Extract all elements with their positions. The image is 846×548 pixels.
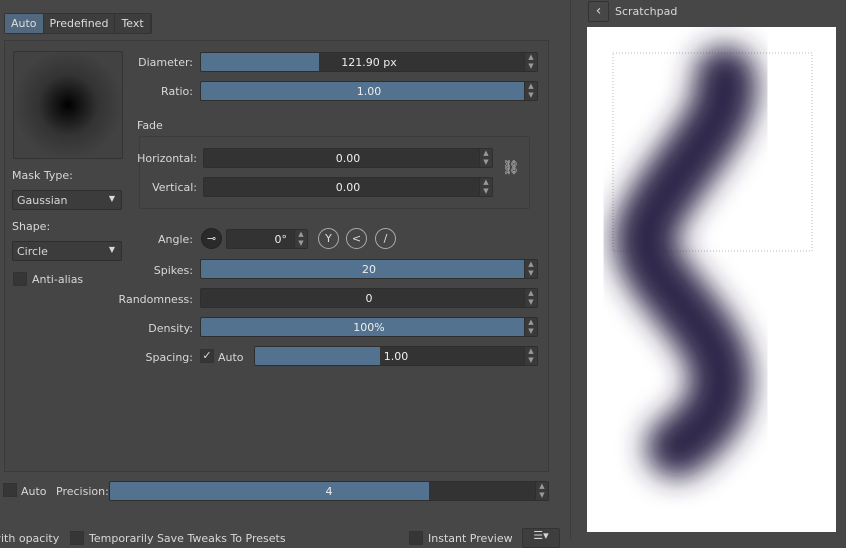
diameter-label: Diameter: — [138, 56, 193, 69]
ratio-label: Ratio: — [161, 85, 193, 98]
density-label: Density: — [148, 322, 193, 335]
tab-text[interactable]: Text — [115, 14, 151, 33]
angle-input[interactable]: 0° ▲ ▼ — [226, 229, 308, 249]
save-tweaks-checkbox[interactable] — [70, 531, 84, 545]
mask-type-value: Gaussian — [17, 194, 68, 207]
fade-horizontal-value: 0.00 — [335, 152, 361, 165]
spacing-auto-checkbox[interactable]: ✓ — [200, 349, 214, 363]
ratio-value: 1.00 — [356, 85, 382, 98]
density-value: 100% — [353, 321, 385, 334]
fade-horizontal-label: Horizontal: — [137, 152, 197, 165]
spikes-slider[interactable]: 20 ▲ ▼ — [200, 259, 538, 279]
spacing-slider[interactable]: 1.00 ▲ ▼ — [254, 346, 538, 366]
spacing-value: 1.00 — [383, 350, 409, 363]
antialias-checkbox[interactable] — [13, 272, 27, 286]
shape-value: Circle — [17, 245, 48, 258]
angle-dial[interactable]: ⊸ — [201, 228, 222, 249]
spacing-label: Spacing: — [145, 351, 193, 364]
fade-vertical-label: Vertical: — [152, 181, 197, 194]
spin-arrows-icon[interactable]: ▲ ▼ — [524, 82, 537, 100]
spin-arrows-icon[interactable]: ▲ ▼ — [479, 149, 492, 167]
fade-vertical-input[interactable]: 0.00 ▲ ▼ — [203, 177, 493, 197]
spin-arrows-icon[interactable]: ▲ ▼ — [479, 178, 492, 196]
mask-type-select[interactable]: Gaussian ▼ — [12, 190, 122, 210]
density-slider[interactable]: 100% ▲ ▼ — [200, 317, 538, 337]
menu-button[interactable]: ☰▾ — [522, 528, 560, 548]
antialias-label: Anti-alias — [32, 273, 84, 286]
spin-arrows-icon[interactable]: ▲ ▼ — [524, 260, 537, 278]
spin-arrows-icon[interactable]: ▲ ▼ — [524, 289, 537, 307]
instant-preview-checkbox[interactable] — [409, 531, 423, 545]
scratchpad-canvas[interactable] — [587, 27, 836, 532]
scratchpad-collapse-button[interactable]: ‹ — [588, 1, 609, 22]
randomness-label: Randomness: — [118, 293, 193, 306]
brush-tabs: Auto Predefined Text — [4, 13, 152, 34]
spin-arrows-icon[interactable]: ▲ ▼ — [294, 230, 307, 248]
diameter-slider[interactable]: 121.90 px ▲ ▼ — [200, 52, 538, 72]
tab-auto[interactable]: Auto — [5, 14, 44, 33]
fade-horizontal-input[interactable]: 0.00 ▲ ▼ — [203, 148, 493, 168]
angle-preset-diagonal-icon[interactable]: / — [375, 228, 396, 249]
angle-preset-v-icon[interactable]: Y — [318, 228, 339, 249]
spin-arrows-icon[interactable]: ▲ ▼ — [524, 347, 537, 365]
precision-auto-label: Auto — [21, 485, 47, 498]
spacing-auto-label: Auto — [218, 351, 244, 364]
tab-predefined[interactable]: Predefined — [44, 14, 116, 33]
spin-arrows-icon[interactable]: ▲ ▼ — [524, 53, 537, 71]
hamburger-icon: ☰▾ — [533, 529, 549, 542]
shape-label: Shape: — [12, 220, 51, 233]
chevron-down-icon: ▼ — [108, 194, 115, 203]
chevron-left-icon: ‹ — [595, 3, 602, 19]
spin-arrows-icon[interactable]: ▲ ▼ — [524, 318, 537, 336]
spikes-value: 20 — [362, 263, 376, 276]
spin-arrows-icon[interactable]: ▲ ▼ — [535, 482, 548, 500]
brush-stroke — [613, 46, 758, 478]
diameter-value: 121.90 px — [341, 56, 397, 69]
precision-slider[interactable]: 4 ▲ ▼ — [109, 481, 549, 501]
fade-label: Fade — [137, 119, 163, 132]
scratchpad-title: Scratchpad — [615, 5, 678, 18]
shape-select[interactable]: Circle ▼ — [12, 241, 122, 261]
angle-preset-left-icon[interactable]: < — [346, 228, 367, 249]
chain-link-icon[interactable]: ⛓ — [502, 160, 520, 176]
randomness-slider[interactable]: 0 ▲ ▼ — [200, 288, 538, 308]
chevron-down-icon: ▼ — [108, 245, 115, 254]
precision-value: 4 — [325, 485, 333, 498]
brush-preview — [13, 51, 123, 159]
precision-label: Precision: — [56, 485, 109, 498]
precision-auto-checkbox[interactable] — [3, 483, 17, 497]
ratio-slider[interactable]: 1.00 ▲ ▼ — [200, 81, 538, 101]
fade-vertical-value: 0.00 — [335, 181, 361, 194]
angle-label: Angle: — [157, 233, 193, 246]
spikes-label: Spikes: — [153, 264, 193, 277]
randomness-value: 0 — [365, 292, 373, 305]
scratchpad-drawing — [612, 46, 813, 478]
fade-group — [139, 136, 530, 209]
divider — [570, 0, 571, 539]
mask-type-label: Mask Type: — [12, 169, 73, 182]
